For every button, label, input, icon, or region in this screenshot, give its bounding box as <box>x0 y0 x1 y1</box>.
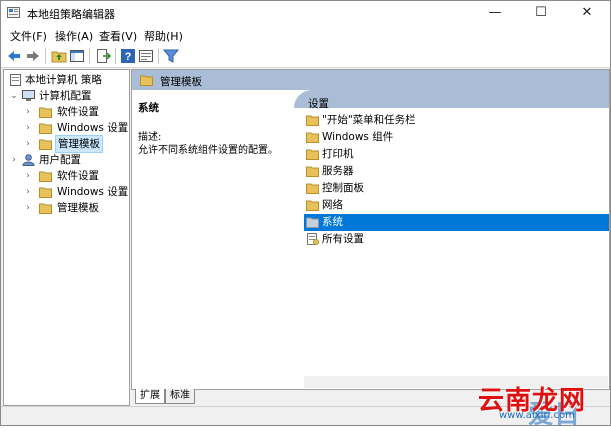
folder-icon <box>140 75 153 86</box>
window: 本地组策略编辑器 — ☐ ✕ 文件(F) 操作(A) 查看(V) 帮助(H) ?… <box>0 0 611 426</box>
tree-pane: 本地计算机 策略 ⌄ 计算机配置 › 软件设置 › Windows 设置 › 管… <box>3 69 130 406</box>
computer-icon <box>22 90 35 101</box>
menu-help[interactable]: 帮助(H) <box>144 28 183 44</box>
list-item[interactable]: 网络 <box>304 197 609 214</box>
chevron-right-icon[interactable]: › <box>23 120 33 136</box>
chevron-right-icon[interactable]: › <box>23 184 33 200</box>
folder-icon <box>306 217 319 228</box>
details-header: 管理模板 <box>132 70 609 90</box>
description-title: 系统 <box>138 102 159 114</box>
properties-icon[interactable] <box>138 48 154 64</box>
maximize-button[interactable]: ☐ <box>518 1 564 25</box>
policy-document-icon <box>10 74 21 86</box>
tree-item-label: 用户配置 <box>39 154 81 166</box>
list-item[interactable]: 所有设置 <box>304 231 609 248</box>
tree-item-computer-software[interactable]: › 软件设置 <box>6 104 126 120</box>
back-arrow-icon[interactable] <box>6 48 22 64</box>
header-decoration <box>294 90 609 108</box>
list-item-label: 所有设置 <box>322 233 364 245</box>
chevron-right-icon[interactable]: › <box>9 152 19 168</box>
tree-item-label: 管理模板 <box>57 202 99 214</box>
tree-item-computer-config[interactable]: ⌄ 计算机配置 <box>6 88 126 104</box>
tree-item-label: 计算机配置 <box>39 90 92 102</box>
details-pane: 管理模板 系统 描述: 允许不同系统组件设置的配置。 设置 "开始"菜单和任务栏… <box>131 69 610 390</box>
tree-item-label: 软件设置 <box>57 170 99 182</box>
list-item[interactable]: 服务器 <box>304 163 609 180</box>
folder-icon <box>306 149 319 160</box>
tree-item-computer-windows[interactable]: › Windows 设置 <box>6 120 129 136</box>
menu-file[interactable]: 文件(F) <box>10 28 47 44</box>
list-item[interactable]: 控制面板 <box>304 180 609 197</box>
list-item[interactable]: 打印机 <box>304 146 609 163</box>
folder-icon <box>306 183 319 194</box>
list-item-label: 网络 <box>322 199 343 211</box>
tree-root[interactable]: 本地计算机 策略 <box>6 72 126 88</box>
list-item-selected[interactable]: 系统 <box>304 214 609 231</box>
folder-icon <box>39 187 52 198</box>
help-icon[interactable]: ? <box>120 48 136 64</box>
tab-extended[interactable]: 扩展 <box>135 389 165 404</box>
tree-item-label: Windows 设置 <box>57 122 129 134</box>
folder-icon <box>39 107 52 118</box>
list-item-label: 服务器 <box>322 165 354 177</box>
folder-icon <box>39 171 52 182</box>
column-header-setting[interactable]: 设置 <box>308 96 329 111</box>
up-folder-icon[interactable] <box>51 48 67 64</box>
chevron-right-icon[interactable]: › <box>23 136 33 152</box>
list-item[interactable]: "开始"菜单和任务栏 <box>304 112 609 129</box>
tree-item-user-windows[interactable]: › Windows 设置 <box>6 184 129 200</box>
close-button[interactable]: ✕ <box>564 1 610 25</box>
toolbar-separator <box>45 48 46 64</box>
list-item[interactable]: Windows 组件 <box>304 129 609 146</box>
toolbar-separator <box>158 48 159 64</box>
user-icon <box>22 154 35 166</box>
menu-bar: 文件(F) 操作(A) 查看(V) 帮助(H) <box>1 25 610 45</box>
policy-editor-icon <box>7 7 20 18</box>
menu-view[interactable]: 查看(V) <box>99 28 137 44</box>
chevron-right-icon[interactable]: › <box>23 104 33 120</box>
tree-item-user-config[interactable]: › 用户配置 <box>6 152 126 168</box>
folder-icon <box>306 115 319 126</box>
tree-item-label: Windows 设置 <box>57 186 129 198</box>
chevron-down-icon[interactable]: ⌄ <box>9 88 19 104</box>
list-item-label: 打印机 <box>322 148 354 160</box>
all-settings-icon <box>307 233 319 245</box>
list-item-label: 系统 <box>322 216 343 228</box>
folder-icon <box>306 200 319 211</box>
chevron-right-icon[interactable]: › <box>23 168 33 184</box>
toolbar-separator <box>115 48 116 64</box>
svg-text:?: ? <box>125 51 132 63</box>
minimize-button[interactable]: — <box>472 1 518 25</box>
tree-item-user-admin-templates[interactable]: › 管理模板 <box>6 200 126 216</box>
folder-icon <box>39 123 52 134</box>
filter-icon[interactable] <box>163 48 179 64</box>
folder-icon <box>39 139 52 150</box>
list-item-label: "开始"菜单和任务栏 <box>322 114 416 126</box>
menu-action[interactable]: 操作(A) <box>55 28 93 44</box>
list-item-label: 控制面板 <box>322 182 364 194</box>
tab-standard[interactable]: 标准 <box>165 389 195 404</box>
folder-icon <box>306 166 319 177</box>
chevron-right-icon[interactable]: › <box>23 200 33 216</box>
folder-icon <box>306 132 319 143</box>
forward-arrow-icon[interactable] <box>25 48 41 64</box>
show-hide-tree-icon[interactable] <box>69 48 85 64</box>
tree-item-user-software[interactable]: › 软件设置 <box>6 168 126 184</box>
watermark-url: www.aixiri.com <box>499 410 575 421</box>
folder-icon <box>39 203 52 214</box>
description-text: 允许不同系统组件设置的配置。 <box>138 145 278 156</box>
window-title: 本地组策略编辑器 <box>27 8 115 21</box>
title-bar: 本地组策略编辑器 — ☐ ✕ <box>1 1 610 25</box>
tree-item-label: 管理模板 <box>55 135 103 153</box>
toolbar-separator <box>89 48 90 64</box>
tree-item-computer-admin-templates[interactable]: › 管理模板 <box>6 135 126 153</box>
details-header-title: 管理模板 <box>160 76 202 88</box>
export-list-icon[interactable] <box>95 48 111 64</box>
toolbar: ? <box>1 45 610 68</box>
tree-root-label: 本地计算机 策略 <box>25 74 102 86</box>
tree-item-label: 软件设置 <box>57 106 99 118</box>
list-item-label: Windows 组件 <box>322 131 394 143</box>
